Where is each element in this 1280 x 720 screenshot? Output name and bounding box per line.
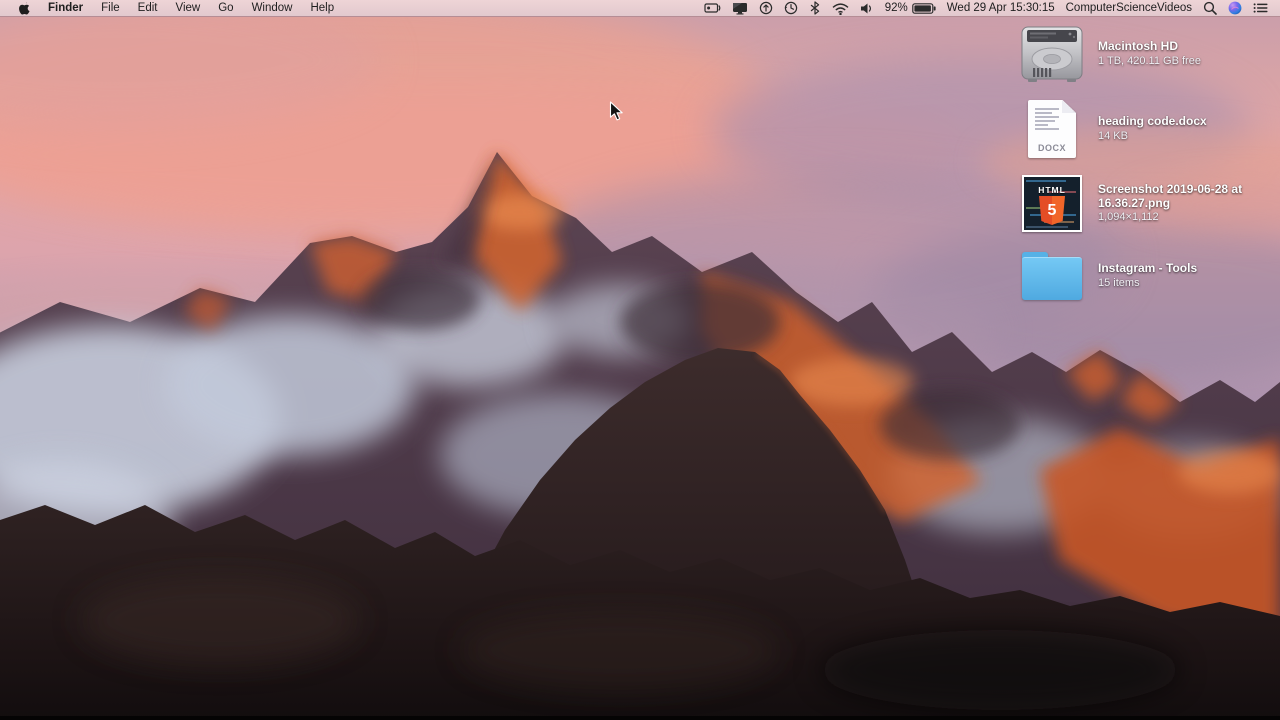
battery-percent: 92% bbox=[885, 2, 908, 14]
menu-window[interactable]: Window bbox=[243, 2, 302, 14]
siri-icon[interactable] bbox=[1228, 1, 1242, 15]
docx-badge-label: DOCX bbox=[1028, 143, 1076, 153]
item-details: 15 items bbox=[1098, 277, 1197, 290]
circle-up-arrow-icon[interactable] bbox=[759, 1, 773, 15]
spotlight-search-icon[interactable] bbox=[1203, 1, 1217, 15]
notification-center-icon[interactable] bbox=[1253, 2, 1268, 14]
html5-shield-icon: 5 bbox=[1039, 196, 1065, 225]
png-thumbnail-icon: HTML 5 bbox=[1022, 175, 1082, 232]
docx-document-icon: DOCX bbox=[1028, 100, 1076, 158]
clock[interactable]: Wed 29 Apr 15:30:15 bbox=[947, 2, 1055, 14]
menu-go[interactable]: Go bbox=[209, 2, 242, 14]
desktop-item-instagram-tools-folder[interactable]: Instagram - Tools 15 items bbox=[1016, 252, 1272, 300]
item-details: 1,094×1,112 bbox=[1098, 211, 1272, 224]
menu-file[interactable]: File bbox=[92, 2, 129, 14]
desktop-item-heading-code-docx[interactable]: DOCX heading code.docx 14 KB bbox=[1016, 100, 1272, 158]
menu-edit[interactable]: Edit bbox=[129, 2, 167, 14]
menu-help[interactable]: Help bbox=[301, 2, 343, 14]
mouse-cursor-arrow bbox=[609, 101, 624, 122]
battery-icon[interactable] bbox=[912, 3, 936, 14]
item-title: heading code.docx bbox=[1098, 115, 1207, 129]
screen-record-icon[interactable] bbox=[704, 1, 721, 15]
desktop-icon-list: Macintosh HD 1 TB, 420.11 GB free DOCX h… bbox=[1016, 26, 1272, 318]
item-details: 14 KB bbox=[1098, 130, 1207, 143]
hard-drive-icon bbox=[1021, 26, 1083, 82]
macos-desktop: Finder File Edit View Go Window Help bbox=[0, 0, 1280, 720]
item-title: Macintosh HD bbox=[1098, 40, 1201, 54]
item-title: Instagram - Tools bbox=[1098, 262, 1197, 276]
desktop-item-screenshot-png[interactable]: HTML 5 Screenshot 2019-06-28 at 16.36.27… bbox=[1016, 175, 1272, 232]
item-details: 1 TB, 420.11 GB free bbox=[1098, 55, 1201, 68]
desktop-item-macintosh-hd[interactable]: Macintosh HD 1 TB, 420.11 GB free bbox=[1016, 26, 1272, 82]
apple-logo-icon bbox=[18, 1, 30, 15]
volume-icon[interactable] bbox=[860, 2, 874, 15]
menu-view[interactable]: View bbox=[167, 2, 210, 14]
user-switch-menu[interactable]: ComputerScienceVideos bbox=[1066, 2, 1192, 14]
wifi-icon[interactable] bbox=[832, 2, 849, 15]
bluetooth-icon[interactable] bbox=[809, 1, 821, 15]
html5-five: 5 bbox=[1048, 203, 1057, 219]
html5-wordmark: HTML bbox=[1024, 185, 1080, 195]
menu-finder[interactable]: Finder bbox=[39, 2, 92, 14]
menu-bar: Finder File Edit View Go Window Help bbox=[0, 0, 1280, 17]
display-mirroring-icon[interactable] bbox=[732, 1, 748, 15]
apple-menu[interactable] bbox=[12, 1, 39, 15]
time-machine-icon[interactable] bbox=[784, 1, 798, 15]
item-title: Screenshot 2019-06-28 at 16.36.27.png bbox=[1098, 183, 1272, 210]
blue-folder-icon bbox=[1022, 252, 1082, 300]
